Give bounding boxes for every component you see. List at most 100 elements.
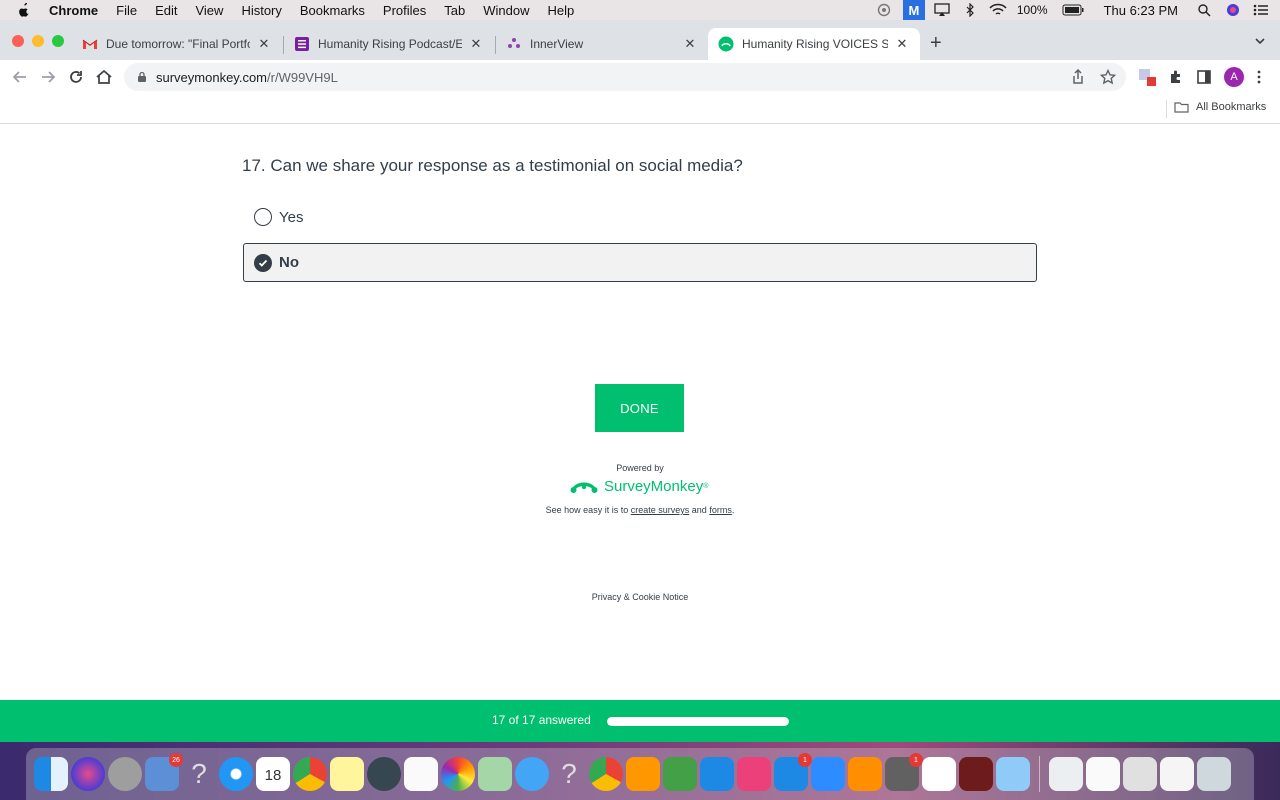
menu-view[interactable]: View — [195, 3, 223, 18]
all-bookmarks-button[interactable]: All Bookmarks — [1174, 101, 1266, 113]
app-store-icon[interactable]: 1 — [774, 753, 812, 791]
browser-tab[interactable]: Humanity Rising Podcast/Event ✕ — [284, 28, 494, 60]
unknown-app-icon[interactable]: ? — [182, 757, 216, 791]
answer-option-no[interactable]: No — [243, 243, 1037, 282]
zoom-icon[interactable] — [811, 757, 845, 791]
launchpad-icon[interactable] — [108, 757, 142, 791]
notes-icon[interactable] — [330, 757, 364, 791]
finder-icon[interactable] — [34, 757, 68, 791]
menu-tab[interactable]: Tab — [444, 3, 465, 18]
kebab-menu-icon[interactable] — [1256, 69, 1262, 85]
close-tab-icon[interactable]: ✕ — [894, 36, 910, 52]
focus-icon[interactable] — [875, 3, 893, 17]
control-center-icon[interactable] — [1252, 3, 1270, 17]
spotlight-search-icon[interactable] — [1196, 3, 1214, 17]
minimize-window-button[interactable] — [32, 35, 44, 47]
forward-arrow-icon[interactable] — [38, 67, 58, 87]
lock-icon[interactable] — [136, 71, 148, 83]
menu-edit[interactable]: Edit — [155, 3, 177, 18]
pages-icon[interactable] — [626, 757, 660, 791]
browser-tab[interactable]: InnerView ✕ — [496, 28, 708, 60]
new-tab-icon[interactable]: + — [930, 32, 942, 55]
maps-icon[interactable] — [478, 757, 512, 791]
chrome-dock-icon[interactable] — [293, 757, 327, 791]
roblox-icon[interactable] — [922, 757, 956, 791]
system-preferences-icon[interactable]: 1 — [885, 753, 923, 791]
flash-icon[interactable] — [959, 757, 993, 791]
create-surveys-link[interactable]: create surveys — [631, 505, 690, 515]
battery-icon[interactable] — [1062, 3, 1084, 17]
radio-unchecked-icon[interactable] — [254, 208, 272, 226]
chrome-dock-icon[interactable] — [589, 757, 623, 791]
trash-icon[interactable] — [1197, 757, 1231, 791]
reload-icon[interactable] — [66, 67, 86, 87]
close-window-button[interactable] — [12, 35, 24, 47]
answer-label: No — [279, 254, 299, 271]
close-tab-icon[interactable]: ✕ — [682, 36, 698, 52]
menu-file[interactable]: File — [116, 3, 137, 18]
forms-link[interactable]: forms — [709, 505, 732, 515]
url-text[interactable]: surveymonkey.com/r/W99VH9L — [156, 70, 338, 85]
wifi-icon[interactable] — [989, 3, 1007, 17]
done-button[interactable]: DONE — [595, 384, 684, 432]
extensions-area: A — [1138, 67, 1262, 87]
siri-dock-icon[interactable] — [71, 757, 105, 791]
chevron-down-icon[interactable] — [1254, 35, 1266, 47]
progress-label: 17 of 17 answered — [492, 713, 591, 727]
surveymonkey-logo[interactable]: SurveyMonkey ® — [570, 477, 708, 495]
bookmark-star-icon[interactable] — [1100, 69, 1116, 85]
address-bar[interactable]: surveymonkey.com/r/W99VH9L — [124, 63, 1126, 91]
menu-app-name[interactable]: Chrome — [49, 3, 98, 18]
mail-badge: 26 — [169, 753, 183, 767]
home-icon[interactable] — [94, 67, 114, 87]
all-bookmarks-label: All Bookmarks — [1196, 101, 1267, 113]
document-thumbnail-icon[interactable] — [1049, 757, 1083, 791]
preview-icon[interactable] — [996, 757, 1030, 791]
bluetooth-icon[interactable] — [961, 3, 979, 17]
extension-translate-icon[interactable] — [1138, 68, 1156, 86]
calendar-day: 18 — [264, 767, 282, 784]
browser-tab-active[interactable]: Humanity Rising VOICES Surve ✕ — [708, 28, 920, 60]
document-thumbnail-icon[interactable] — [1160, 757, 1194, 791]
share-icon[interactable] — [1070, 69, 1086, 85]
mail-dock-icon[interactable]: 26 — [145, 753, 183, 791]
messages-icon[interactable] — [515, 757, 549, 791]
menu-bookmarks[interactable]: Bookmarks — [300, 3, 365, 18]
quicktime-icon[interactable] — [367, 757, 401, 791]
music-icon[interactable] — [737, 757, 771, 791]
airplay-icon[interactable] — [933, 3, 951, 17]
brand-trademark: ® — [703, 482, 709, 490]
back-arrow-icon[interactable] — [10, 67, 30, 87]
menu-clock[interactable]: Thu 6:23 PM — [1104, 3, 1178, 18]
calendar-icon[interactable]: 18 — [256, 757, 290, 791]
mail-status-icon[interactable]: M — [902, 0, 925, 20]
privacy-notice-link[interactable]: Privacy & Cookie Notice — [0, 592, 1280, 602]
siri-icon[interactable] — [1224, 3, 1242, 17]
omnibox-actions — [1070, 69, 1116, 85]
browser-tab[interactable]: Due tomorrow: "Final Portfolio ✕ — [72, 28, 282, 60]
radio-checked-icon[interactable] — [254, 253, 272, 272]
menu-history[interactable]: History — [241, 3, 281, 18]
close-tab-icon[interactable]: ✕ — [468, 36, 484, 52]
profile-avatar[interactable]: A — [1224, 67, 1244, 87]
menu-window[interactable]: Window — [483, 3, 529, 18]
bookmarks-bar: All Bookmarks — [0, 94, 1280, 124]
menu-profiles[interactable]: Profiles — [383, 3, 426, 18]
safari-icon[interactable] — [219, 757, 253, 791]
puzzle-piece-icon[interactable] — [1168, 69, 1184, 85]
photos-icon[interactable] — [441, 757, 475, 791]
menu-help[interactable]: Help — [548, 3, 575, 18]
document-thumbnail-icon[interactable] — [1123, 757, 1157, 791]
answer-option-yes[interactable]: Yes — [244, 201, 1036, 233]
numbers-icon[interactable] — [663, 757, 697, 791]
books-icon[interactable] — [848, 757, 882, 791]
bookmarks-separator — [1166, 100, 1167, 118]
zoom-window-button[interactable] — [52, 35, 64, 47]
document-thumbnail-icon[interactable] — [1086, 757, 1120, 791]
keynote-icon[interactable] — [700, 757, 734, 791]
reminders-icon[interactable] — [404, 757, 438, 791]
unknown-app-icon[interactable]: ? — [552, 757, 586, 791]
apple-icon[interactable] — [17, 3, 31, 17]
side-panel-icon[interactable] — [1196, 69, 1212, 85]
close-tab-icon[interactable]: ✕ — [256, 36, 272, 52]
